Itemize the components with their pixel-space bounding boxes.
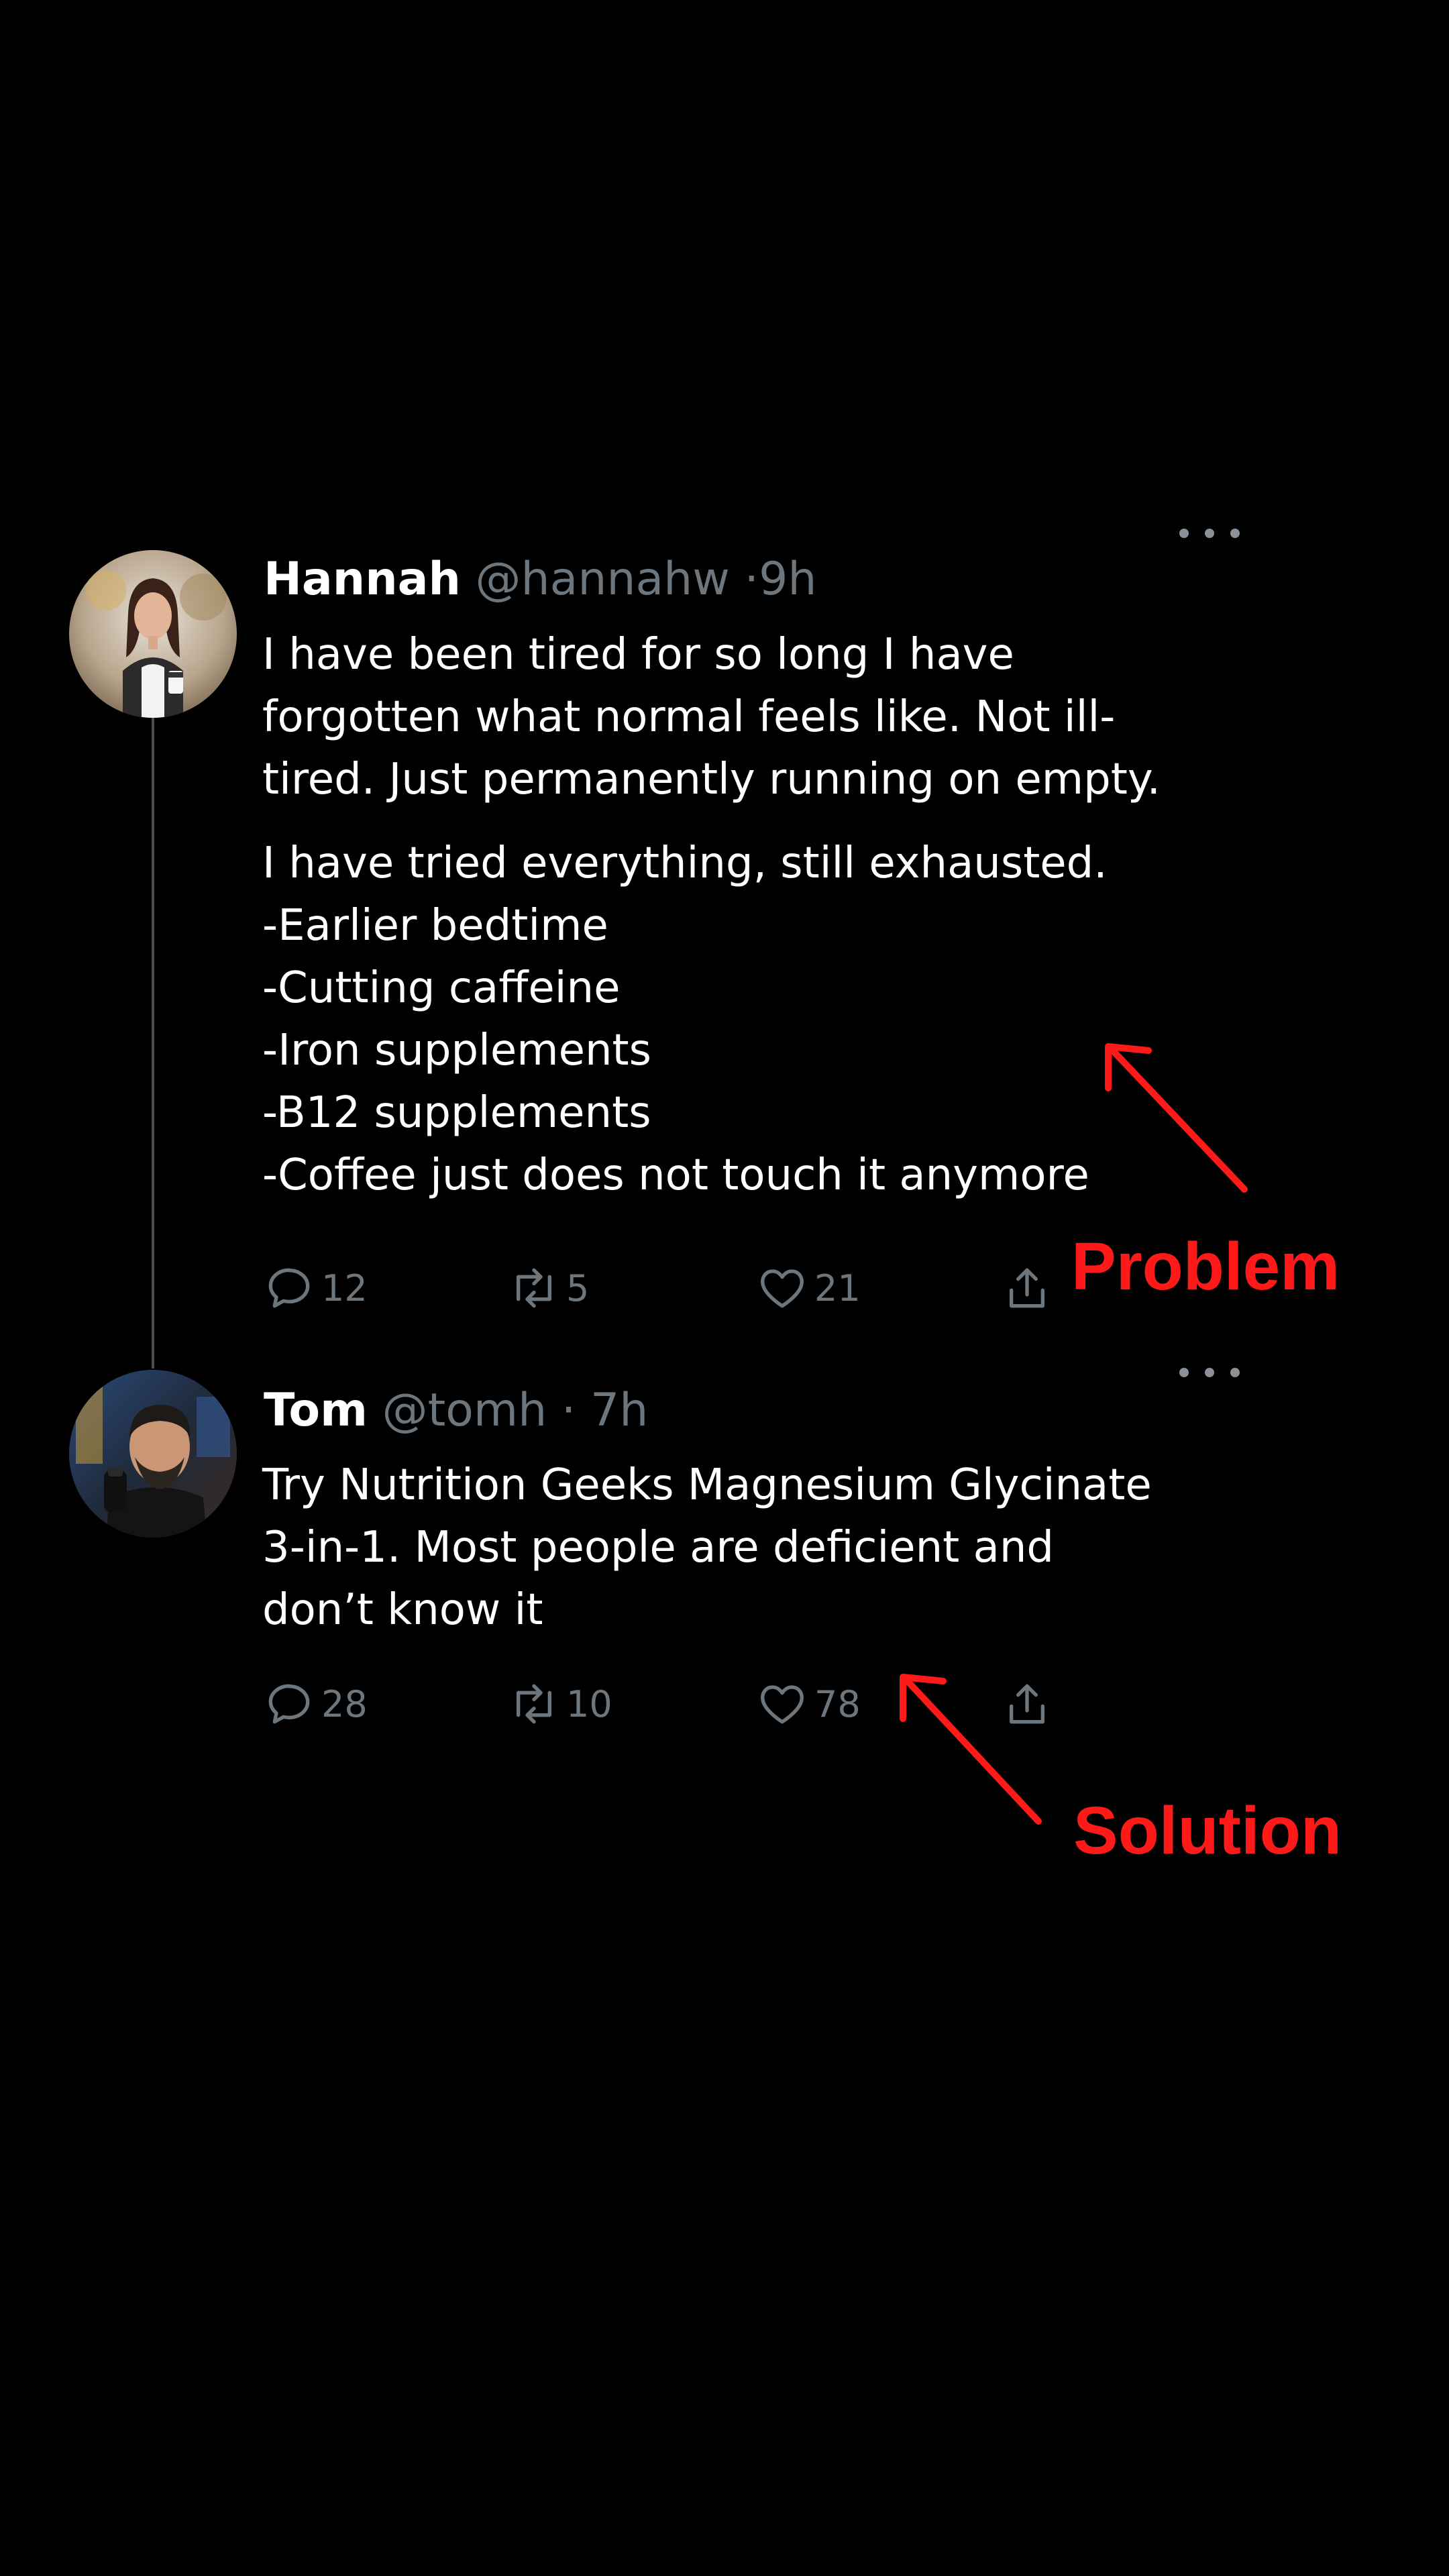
reply-count: 12	[321, 1267, 368, 1309]
retweet-count: 5	[566, 1267, 590, 1309]
woman-avatar-icon	[69, 550, 237, 718]
retweet-count: 10	[566, 1682, 612, 1725]
heart-icon	[761, 1685, 804, 1724]
retweet-button[interactable]: 10	[507, 1674, 612, 1734]
more-options-icon[interactable]	[1179, 525, 1240, 541]
thread-connector-line	[152, 711, 154, 1368]
tweet-text: I have been tired for so long I have for…	[262, 624, 1201, 1207]
share-icon	[1010, 1268, 1044, 1308]
retweet-button[interactable]: 5	[507, 1258, 589, 1318]
timestamp[interactable]: ·9h	[745, 553, 817, 606]
retweet-icon	[517, 1684, 551, 1724]
tweet-paragraph: Try Nutrition Geeks Magnesium Glycinate …	[262, 1460, 1152, 1635]
reply-icon	[268, 1684, 310, 1724]
more-options-icon[interactable]	[1179, 1364, 1240, 1381]
share-icon	[1010, 1684, 1044, 1724]
share-button[interactable]	[1000, 1258, 1054, 1318]
user-handle[interactable]: @hannahw	[476, 553, 730, 606]
avatar[interactable]	[69, 550, 237, 718]
like-button[interactable]: 78	[755, 1674, 861, 1734]
tweet-actions: 28 10 78	[262, 1674, 1108, 1734]
like-button[interactable]: 21	[755, 1258, 861, 1318]
reply-button[interactable]: 12	[262, 1258, 368, 1318]
tweet-actions: 12 5 21	[262, 1258, 1108, 1318]
like-count: 78	[814, 1682, 861, 1725]
tweet-paragraph: I have been tired for so long I have for…	[262, 630, 1161, 804]
user-handle[interactable]: @tomh	[382, 1384, 547, 1437]
heart-icon	[761, 1269, 804, 1308]
display-name[interactable]: Tom	[264, 1384, 368, 1437]
display-name[interactable]: Hannah	[264, 553, 461, 606]
tweet-header: Tom @tomh · 7h	[264, 1388, 648, 1434]
share-button[interactable]	[1000, 1674, 1054, 1734]
tweet-paragraph: I have tried everything, still exhausted…	[262, 839, 1108, 1200]
tweet-header: Hannah @hannahw ·9h	[264, 557, 817, 602]
reply-count: 28	[321, 1682, 368, 1725]
man-avatar-icon	[69, 1370, 237, 1538]
problem-label: Problem	[1071, 1229, 1340, 1304]
tweet-text: Try Nutrition Geeks Magnesium Glycinate …	[262, 1454, 1201, 1642]
avatar[interactable]	[69, 1370, 237, 1538]
like-count: 21	[814, 1267, 861, 1309]
timestamp[interactable]: · 7h	[561, 1384, 649, 1437]
reply-button[interactable]: 28	[262, 1674, 368, 1734]
reply-icon	[268, 1268, 310, 1308]
solution-label: Solution	[1073, 1793, 1342, 1868]
retweet-icon	[517, 1268, 551, 1308]
